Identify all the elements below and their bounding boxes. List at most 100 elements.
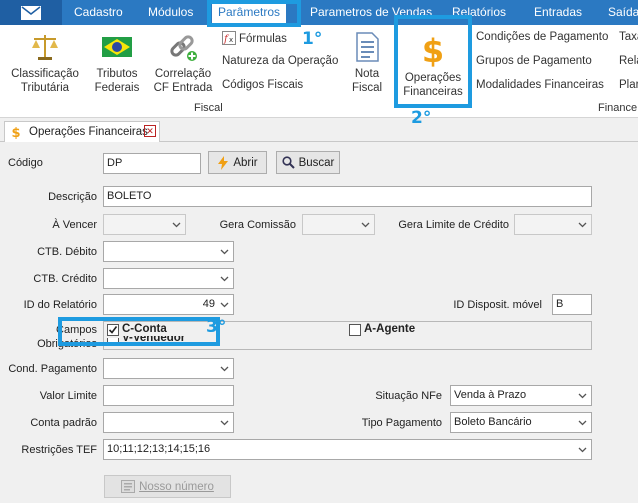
situacao-nfe-label: Situação NFe — [375, 390, 442, 402]
ctb-credito-select[interactable] — [103, 268, 234, 289]
chevron-down-icon — [220, 249, 229, 255]
situacao-nfe-select[interactable]: Venda à Prazo — [450, 385, 592, 406]
numbered-list-icon — [121, 480, 136, 493]
ctb-debito-select[interactable] — [103, 241, 234, 262]
restricoes-tef-label: Restrições TEF — [21, 444, 97, 456]
nota-fiscal-button[interactable]: Nota Fiscal — [345, 31, 389, 95]
fiscal-group-label: Fiscal — [194, 102, 223, 114]
classificacao-label-2: Tributária — [20, 82, 70, 94]
finance-group-label: Finance — [598, 102, 638, 114]
correlacao-label-2: CF Entrada — [153, 82, 213, 94]
svg-text:x: x — [229, 36, 233, 44]
id-relatorio-value: 49 — [202, 298, 215, 310]
valor-limite-input[interactable] — [103, 385, 234, 406]
tributos-federais-button[interactable]: Tributos Federais — [88, 31, 146, 95]
valor-limite-label: Valor Limite — [39, 390, 97, 402]
buscar-label: Buscar — [298, 156, 335, 169]
document-icon — [356, 32, 379, 62]
brazil-flag-icon — [102, 37, 132, 57]
chevron-down-icon — [578, 447, 587, 453]
relatorio-button[interactable]: Rela — [619, 55, 638, 67]
highlight-box-step1 — [207, 0, 301, 27]
natureza-operacao-button[interactable]: Natureza da Operação — [222, 55, 338, 67]
correlacao-cf-entrada-button[interactable]: Correlação CF Entrada — [148, 31, 218, 95]
restricoes-tef-value: 10;11;12;13;14;15;16 — [107, 443, 211, 455]
highlight-box-step2 — [394, 15, 472, 108]
gera-comissao-label: Gera Comissão — [219, 219, 296, 231]
id-relatorio-label: ID do Relatório — [23, 299, 97, 311]
taxa-button[interactable]: Taxa — [619, 31, 638, 43]
search-icon — [281, 156, 295, 169]
menu-tab-entradas[interactable]: Entradas — [528, 0, 588, 25]
dollar-tab-icon: $ — [11, 126, 20, 139]
tributos-label-1: Tributos — [96, 68, 138, 80]
tab-operacoes-financeiras[interactable]: $ Operações Financeiras ✕ — [4, 121, 160, 142]
descricao-label: Descrição — [48, 191, 97, 203]
gera-limite-label: Gera Limite de Crédito — [398, 219, 509, 231]
abrir-label: Abrir — [233, 156, 258, 169]
nosso-numero-button[interactable]: Nosso número — [104, 475, 231, 498]
a-agente-checkbox[interactable] — [349, 324, 361, 336]
highlight-box-step3 — [58, 317, 220, 346]
id-dispositivo-input[interactable]: B — [552, 294, 592, 315]
descricao-input[interactable]: BOLETO — [103, 186, 592, 207]
condicoes-pagamento-button[interactable]: Condições de Pagamento — [476, 31, 608, 43]
chevron-down-icon — [172, 222, 181, 228]
chevron-down-icon — [220, 420, 229, 426]
codigos-fiscais-button[interactable]: Códigos Fiscais — [222, 79, 303, 91]
tipo-pagamento-label: Tipo Pagamento — [361, 417, 442, 429]
id-relatorio-select[interactable]: 49 — [103, 294, 234, 315]
grupos-pagamento-button[interactable]: Grupos de Pagamento — [476, 55, 592, 67]
abrir-button[interactable]: Abrir — [208, 151, 267, 174]
conta-padrao-label: Conta padrão — [30, 417, 97, 429]
menu-tab-saidas[interactable]: Saídas — [602, 0, 638, 25]
chevron-down-icon — [578, 393, 587, 399]
a-agente-label: A-Agente — [364, 323, 416, 335]
annotation-step3: 3° — [206, 317, 227, 337]
nota-label-2: Fiscal — [351, 82, 383, 94]
lightning-icon — [218, 155, 229, 170]
cond-pagamento-select[interactable] — [103, 358, 234, 379]
a-vencer-label: À Vencer — [52, 219, 97, 231]
chain-link-icon — [170, 35, 197, 61]
gera-comissao-select[interactable] — [302, 214, 375, 235]
a-vencer-select[interactable] — [103, 214, 186, 235]
svg-text:$: $ — [11, 126, 20, 139]
chevron-down-icon — [578, 222, 587, 228]
nota-label-1: Nota — [354, 68, 380, 80]
ctb-debito-label: CTB. Débito — [37, 246, 97, 258]
cond-pagamento-label: Cond. Pagamento — [8, 363, 97, 375]
plano-button[interactable]: Plar — [619, 79, 638, 91]
buscar-button[interactable]: Buscar — [276, 151, 340, 174]
menu-tab-cadastro[interactable]: Cadastro — [68, 0, 129, 25]
tributos-label-2: Federais — [94, 82, 140, 94]
gera-limite-select[interactable] — [514, 214, 592, 235]
menu-bar: Cadastro Módulos Parâmetros Parametros d… — [0, 0, 638, 25]
close-tab-icon[interactable]: ✕ — [144, 125, 156, 137]
annotation-step2: 2° — [411, 108, 432, 128]
document-tab-bar: $ Operações Financeiras ✕ — [0, 118, 638, 142]
chevron-down-icon — [220, 366, 229, 372]
formulas-button[interactable]: f x Fórmulas — [222, 31, 287, 45]
menu-tab-modulos[interactable]: Módulos — [142, 0, 199, 25]
classificacao-label-1: Classificação — [11, 68, 79, 80]
formulas-label: Fórmulas — [239, 33, 287, 45]
tipo-pagamento-value: Boleto Bancário — [454, 416, 532, 428]
scales-icon — [32, 35, 58, 60]
classificacao-tributaria-button[interactable]: Classificação Tributária — [4, 31, 86, 95]
mail-icon — [21, 5, 41, 20]
tipo-pagamento-select[interactable]: Boleto Bancário — [450, 412, 592, 433]
app-menu-button[interactable] — [0, 0, 62, 25]
codigo-label: Código — [8, 157, 43, 169]
conta-padrao-select[interactable] — [103, 412, 234, 433]
modalidades-financeiras-button[interactable]: Modalidades Financeiras — [476, 79, 604, 91]
chevron-down-icon — [220, 276, 229, 282]
chevron-down-icon — [578, 420, 587, 426]
formula-icon: fx — [222, 31, 236, 45]
nosso-numero-label: Nosso número — [139, 480, 214, 493]
situacao-nfe-value: Venda à Prazo — [454, 389, 527, 401]
codigo-input[interactable]: DP — [103, 153, 201, 174]
restricoes-tef-select[interactable]: 10;11;12;13;14;15;16 — [103, 439, 592, 460]
doc-tab-title: Operações Financeiras — [29, 126, 148, 138]
chevron-down-icon — [220, 302, 229, 308]
